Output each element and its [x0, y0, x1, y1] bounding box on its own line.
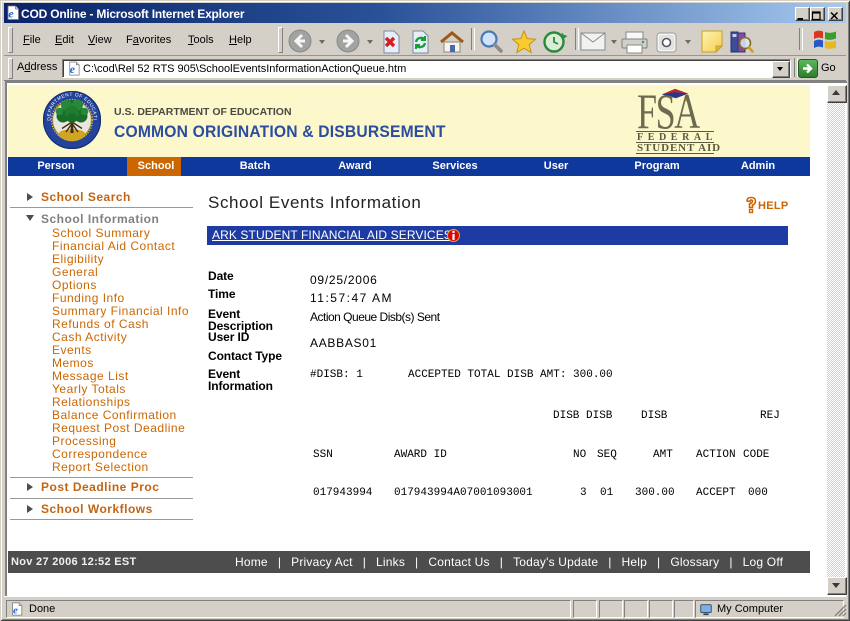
svg-text:e: e — [8, 7, 14, 21]
svg-text:e: e — [13, 604, 18, 616]
svg-text:e: e — [70, 63, 75, 76]
